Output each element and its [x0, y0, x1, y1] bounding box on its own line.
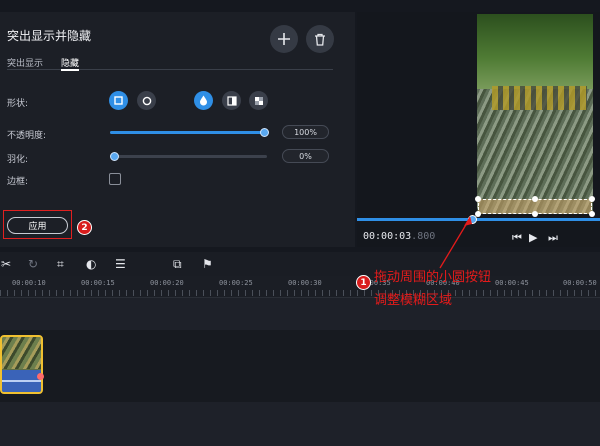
feather-slider[interactable]: [110, 152, 267, 161]
square-shape-icon: [114, 96, 123, 105]
split-icon: [226, 95, 237, 106]
video-frame: [477, 14, 593, 214]
flag-icon[interactable]: ⚑: [202, 257, 213, 271]
ruler-tick: 00:00:15: [81, 279, 115, 287]
feather-label: 羽化:: [7, 155, 29, 165]
annotation-text: 拖动周围的小圆按钮 调整模糊区域: [374, 266, 491, 312]
color-icon[interactable]: ◐: [86, 257, 96, 271]
annotation-line-1: 拖动周围的小圆按钮: [374, 270, 492, 285]
resize-handle[interactable]: [589, 211, 595, 217]
plus-icon: [278, 33, 290, 45]
track-video: [0, 330, 600, 402]
ruler-tick: 00:00:25: [219, 279, 253, 287]
tab-highlight[interactable]: 突出显示: [7, 56, 43, 69]
clip-keyframe-dot[interactable]: [37, 373, 44, 380]
resize-handle[interactable]: [589, 196, 595, 202]
timeline-toolbar: ✂ ↻ ⌗ ◐ ☰ ⧉ ⚑: [0, 252, 600, 276]
resize-handle[interactable]: [532, 196, 538, 202]
timeline-ruler[interactable]: 00:00:10 00:00:15 00:00:20 00:00:25 00:0…: [0, 276, 600, 298]
skip-forward-icon[interactable]: ⏭: [548, 231, 558, 245]
redo-icon[interactable]: ↻: [28, 257, 38, 271]
video-clip[interactable]: [0, 335, 43, 394]
time-ms: .800: [411, 231, 436, 242]
ruler-tick: 00:00:10: [12, 279, 46, 287]
waveform-line: [2, 380, 41, 382]
mosaic-icon: [254, 96, 263, 105]
opacity-slider-fill: [110, 131, 265, 134]
ruler-tick: 00:00:30: [288, 279, 322, 287]
circle-shape-icon: [142, 96, 151, 105]
shape-label: 形状:: [7, 99, 29, 109]
blur-mode-button[interactable]: [194, 91, 213, 110]
apply-highlight-box: 应用: [3, 210, 72, 239]
track-overlay: [0, 298, 600, 330]
clip-audio-waveform: [2, 370, 41, 392]
resize-handle[interactable]: [475, 196, 481, 202]
ruler-marks: [0, 290, 600, 296]
overlay-icon[interactable]: ⧉: [173, 257, 182, 272]
add-button[interactable]: [270, 25, 298, 53]
video-workers: [492, 86, 587, 110]
feather-slider-knob[interactable]: [110, 152, 119, 161]
crop-icon[interactable]: ⌗: [57, 257, 64, 272]
video-trees: [477, 14, 593, 94]
skip-back-icon[interactable]: ⏮: [512, 231, 522, 245]
opacity-slider-knob[interactable]: [260, 128, 269, 137]
border-label: 边框:: [7, 177, 29, 187]
ruler-tick: 00:00:20: [150, 279, 184, 287]
time-display: 00:00:03.800: [363, 231, 435, 242]
drop-icon: [200, 95, 207, 106]
playback-progress[interactable]: [357, 218, 600, 221]
opacity-slider[interactable]: [110, 128, 269, 137]
feather-value[interactable]: 0%: [282, 149, 329, 163]
pixelate-mode-button[interactable]: [249, 91, 268, 110]
tab-bar: 突出显示 隐藏: [7, 56, 333, 71]
annotation-line-2: 调整模糊区域: [374, 293, 453, 308]
shape-ellipse-button[interactable]: [137, 91, 156, 110]
opacity-label: 不透明度:: [7, 131, 47, 141]
apply-button[interactable]: 应用: [7, 217, 68, 234]
video-preview: 00:00:03.800 ⏮ ▶ ⏭: [357, 12, 600, 247]
step-badge-2: 2: [77, 220, 92, 235]
play-icon[interactable]: ▶: [529, 231, 537, 244]
resize-handle[interactable]: [532, 211, 538, 217]
ruler-tick: 00:00:45: [495, 279, 529, 287]
step-badge-1: 1: [356, 275, 371, 290]
border-checkbox[interactable]: [109, 173, 121, 185]
track-audio: [0, 402, 600, 446]
ruler-tick: 00:00:50: [563, 279, 597, 287]
clip-thumbnail: [2, 337, 41, 369]
panel-title: 突出显示并隐藏: [7, 29, 92, 43]
trash-icon: [315, 33, 325, 46]
shape-rectangle-button[interactable]: [109, 91, 128, 110]
time-main: 00:00:03: [363, 231, 412, 242]
adjust-icon[interactable]: ☰: [115, 257, 126, 271]
fill-mode-button[interactable]: [222, 91, 241, 110]
delete-button[interactable]: [306, 25, 334, 53]
scissors-icon[interactable]: ✂: [1, 257, 11, 271]
opacity-value[interactable]: 100%: [282, 125, 329, 139]
highlight-hide-panel: 突出显示并隐藏 突出显示 隐藏 形状: 不透明度: 100% 羽化: 0% 边框…: [0, 12, 355, 247]
tab-hide[interactable]: 隐藏: [61, 56, 80, 71]
playhead-knob[interactable]: [468, 215, 477, 224]
